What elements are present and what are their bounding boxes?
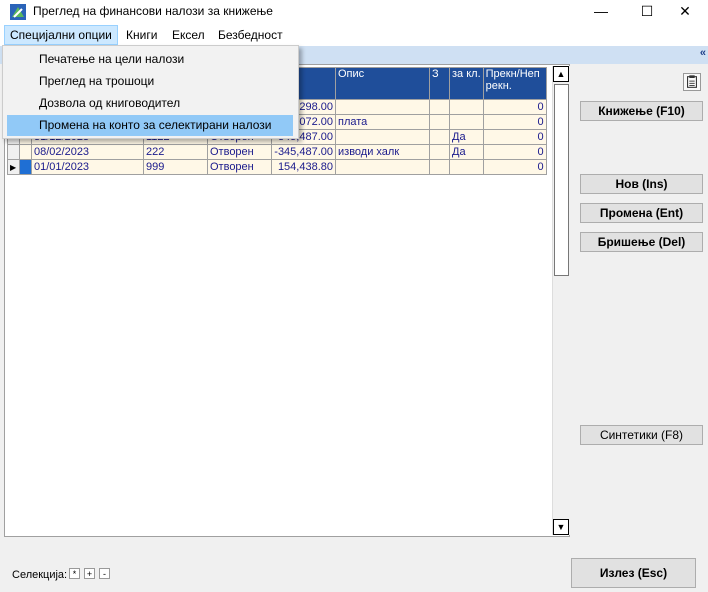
cell-date: 08/02/2023 [31, 144, 144, 160]
delete-button[interactable]: Бришење (Del) [580, 232, 703, 252]
menu-excel[interactable]: Ексел [167, 26, 210, 44]
header-z[interactable]: З [429, 67, 450, 100]
cell-z [429, 159, 450, 175]
clipboard-icon[interactable] [683, 73, 701, 91]
title-bar: Преглед на финансови налози за книжење —… [0, 0, 708, 24]
cell-description [335, 159, 430, 175]
vertical-scrollbar[interactable]: ▲ ▼ [552, 66, 570, 535]
row-check[interactable] [19, 159, 32, 175]
header-description[interactable]: Опис [335, 67, 430, 100]
window-title: Преглед на финансови налози за книжење [33, 4, 273, 18]
special-options-dropdown: Печатење на цели налози Преглед на трошо… [2, 45, 299, 139]
cell-status: Отворен [207, 159, 272, 175]
cell-recalc: 0 [482, 129, 547, 145]
post-button[interactable]: Книжење (F10) [580, 101, 703, 121]
row-indicator [7, 144, 20, 160]
cell-z [429, 144, 450, 160]
menu-security[interactable]: Безбедност [213, 26, 288, 44]
row-check[interactable] [19, 144, 32, 160]
footer-bar: Селекција: * + - Излез (Esc) [0, 537, 708, 592]
table-row[interactable]: 08/02/2023 222 Отворен -345,487.00 извод… [7, 144, 547, 160]
menu-special-options[interactable]: Специјални опции [4, 25, 118, 45]
menu-books[interactable]: Книги [121, 26, 162, 44]
cell-recalc: 0 [482, 114, 547, 130]
menu-bar: Специјални опции Книги Ексел Безбедност [0, 24, 708, 46]
cell-z [429, 99, 450, 115]
new-button[interactable]: Нов (Ins) [580, 174, 703, 194]
cell-number: 999 [143, 159, 208, 175]
action-panel: Книжење (F10) Нов (Ins) Промена (Ent) Бр… [570, 64, 708, 537]
selection-label: Селекција: [12, 569, 68, 581]
cell-recalc: 0 [482, 99, 547, 115]
cell-description [335, 129, 430, 145]
menu-item-cost-review[interactable]: Преглед на трошоци [7, 71, 293, 92]
cell-recalc: 0 [482, 159, 547, 175]
cell-saldo: -345,487.00 [271, 144, 336, 160]
scroll-thumb[interactable] [554, 84, 569, 276]
current-row-arrow-icon: ▶ [7, 159, 20, 175]
menu-item-accountant-permission[interactable]: Дозвола од книговодител [7, 93, 293, 114]
edit-button[interactable]: Промена (Ent) [580, 203, 703, 223]
cell-number: 222 [143, 144, 208, 160]
cell-description: изводи халк [335, 144, 430, 160]
cell-for-close: Да [449, 144, 484, 160]
cell-for-close [449, 159, 484, 175]
select-add-button[interactable]: + [84, 568, 95, 579]
menu-item-print-orders[interactable]: Печатење на цели налози [7, 49, 293, 70]
table-row-current[interactable]: ▶ 01/01/2023 999 Отворен 154,438.80 0 [7, 159, 547, 175]
cell-description: плата [335, 114, 430, 130]
menu-item-change-account[interactable]: Промена на конто за селектирани налози [7, 115, 293, 136]
scroll-down-icon[interactable]: ▼ [553, 519, 569, 535]
cell-for-close [449, 114, 484, 130]
scroll-up-icon[interactable]: ▲ [553, 66, 569, 82]
cell-saldo: 154,438.80 [271, 159, 336, 175]
cell-for-close [449, 99, 484, 115]
header-recalc[interactable]: Прекн/Неп рекн. [482, 67, 547, 100]
cell-description [335, 99, 430, 115]
select-all-button[interactable]: * [69, 568, 80, 579]
minimize-button[interactable]: — [578, 0, 624, 24]
cell-status: Отворен [207, 144, 272, 160]
synthetic-button[interactable]: Синтетики (F8) [580, 425, 703, 445]
cell-date: 01/01/2023 [31, 159, 144, 175]
app-logo-icon [10, 4, 26, 20]
collapse-chevron-icon[interactable]: « [700, 47, 706, 59]
close-button[interactable]: ✕ [662, 0, 708, 24]
cell-for-close: Да [449, 129, 484, 145]
select-remove-button[interactable]: - [99, 568, 110, 579]
cell-z [429, 129, 450, 145]
exit-button[interactable]: Излез (Esc) [571, 558, 696, 588]
header-for-close[interactable]: за кл. [449, 67, 484, 100]
cell-z [429, 114, 450, 130]
cell-recalc: 0 [482, 144, 547, 160]
